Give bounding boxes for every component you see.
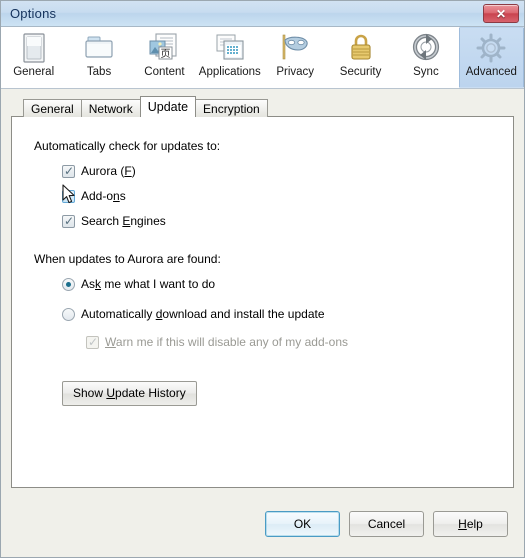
subtab-encryption-label: Encryption bbox=[203, 102, 260, 116]
category-applications-label: Applications bbox=[198, 66, 261, 78]
category-advanced-label: Advanced bbox=[465, 66, 517, 78]
close-button[interactable]: ✕ bbox=[483, 4, 519, 23]
subtab-general-label: General bbox=[31, 102, 74, 116]
category-security[interactable]: Security bbox=[328, 27, 393, 88]
category-content-label: Content bbox=[144, 66, 185, 78]
subtab-strip: General Network Update Encryption bbox=[11, 96, 514, 117]
title-bar: Options ✕ bbox=[1, 1, 524, 27]
checkbox-row-addons[interactable]: Add-ons bbox=[62, 188, 493, 204]
close-icon: ✕ bbox=[495, 7, 507, 21]
checkmark-icon: ✓ bbox=[64, 163, 75, 178]
auto-check-heading: Automatically check for updates to: bbox=[34, 139, 221, 153]
panel-area: General Network Update Encryption Automa… bbox=[1, 89, 524, 501]
category-tabs[interactable]: Tabs bbox=[66, 27, 131, 88]
padlock-icon bbox=[342, 31, 380, 65]
radio-auto-download-label: Automatically download and install the u… bbox=[81, 307, 325, 321]
radio-row-auto-download[interactable]: Automatically download and install the u… bbox=[62, 306, 493, 322]
when-found-heading: When updates to Aurora are found: bbox=[34, 252, 221, 266]
dialog-footer: OK Cancel Help bbox=[1, 501, 524, 557]
checkbox-search-engines-label: Search Engines bbox=[81, 214, 166, 228]
checkmark-icon: ✓ bbox=[88, 334, 99, 349]
applications-icon bbox=[211, 31, 249, 65]
subtab-update-label: Update bbox=[147, 100, 189, 114]
checkbox-aurora[interactable]: ✓ bbox=[62, 163, 75, 178]
category-advanced[interactable]: Advanced bbox=[458, 27, 524, 88]
checkbox-row-warn-addons: ✓ Warn me if this will disable any of my… bbox=[86, 334, 493, 350]
checkbox-warn-addons-label: Warn me if this will disable any of my a… bbox=[105, 335, 348, 349]
browser-window-icon bbox=[15, 31, 53, 65]
radio-ask-me-label: Ask me what I want to do bbox=[81, 277, 216, 291]
svg-text:页: 页 bbox=[161, 48, 171, 60]
show-update-history-button[interactable]: Show Update History bbox=[62, 381, 197, 406]
sync-arrows-icon bbox=[407, 31, 445, 65]
radio-auto-download[interactable] bbox=[62, 307, 75, 321]
category-content[interactable]: 页 Content bbox=[132, 27, 197, 88]
folder-tabs-icon bbox=[80, 31, 118, 65]
ok-button[interactable]: OK bbox=[265, 511, 340, 537]
checkbox-row-search-engines[interactable]: ✓ Search Engines bbox=[62, 213, 493, 229]
subtab-network-label: Network bbox=[88, 102, 133, 116]
window-title: Options bbox=[10, 6, 57, 21]
subtab-update[interactable]: Update bbox=[139, 96, 197, 117]
help-button[interactable]: Help bbox=[433, 511, 508, 537]
category-general-label: General bbox=[13, 66, 55, 78]
subtab-general[interactable]: General bbox=[23, 99, 82, 117]
category-security-label: Security bbox=[339, 66, 382, 78]
options-dialog-window: Options ✕ General Tabs 页 Content Applica… bbox=[0, 0, 525, 558]
cancel-button[interactable]: Cancel bbox=[349, 511, 424, 537]
update-settings-panel: Automatically check for updates to: ✓ Au… bbox=[11, 116, 514, 488]
radio-ask-me[interactable] bbox=[62, 277, 75, 291]
checkbox-row-aurora[interactable]: ✓ Aurora (F) bbox=[62, 163, 493, 179]
privacy-mask-icon bbox=[276, 31, 314, 65]
category-toolbar: General Tabs 页 Content Applications Priv… bbox=[1, 27, 524, 89]
checkmark-icon: ✓ bbox=[64, 213, 75, 228]
category-applications[interactable]: Applications bbox=[197, 27, 262, 88]
checkbox-addons[interactable] bbox=[62, 189, 75, 203]
radio-row-ask-me[interactable]: Ask me what I want to do bbox=[62, 276, 493, 292]
checkbox-addons-label: Add-ons bbox=[81, 189, 126, 203]
category-privacy-label: Privacy bbox=[276, 66, 315, 78]
checkbox-search-engines[interactable]: ✓ bbox=[62, 213, 75, 228]
subtab-encryption[interactable]: Encryption bbox=[195, 99, 268, 117]
checkbox-warn-addons: ✓ bbox=[86, 334, 99, 349]
category-sync-label: Sync bbox=[413, 66, 439, 78]
checkbox-aurora-label: Aurora (F) bbox=[81, 164, 136, 178]
content-page-icon: 页 bbox=[145, 31, 183, 65]
category-tabs-label: Tabs bbox=[86, 66, 112, 78]
gear-icon bbox=[472, 31, 510, 65]
category-privacy[interactable]: Privacy bbox=[263, 27, 328, 88]
category-general[interactable]: General bbox=[1, 27, 66, 88]
category-sync[interactable]: Sync bbox=[393, 27, 458, 88]
subtab-network[interactable]: Network bbox=[80, 99, 141, 117]
